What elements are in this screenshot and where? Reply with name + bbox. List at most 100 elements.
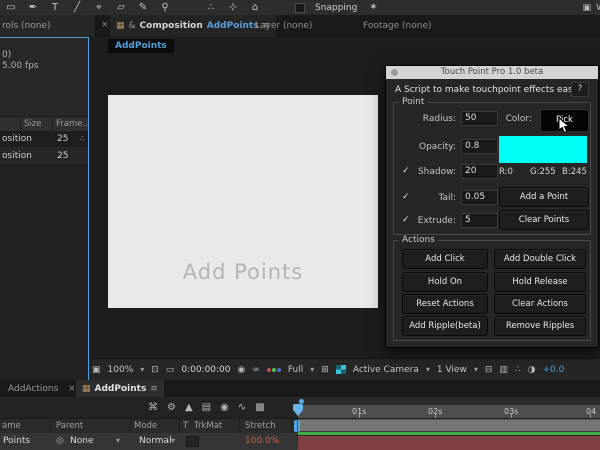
composition-canvas[interactable]: Add Points [108, 95, 378, 308]
transparency-grid-icon[interactable] [335, 365, 346, 374]
timecode[interactable]: 0:00:00:00 [181, 365, 230, 375]
view-layout-dropdown-icon[interactable]: ▾ [474, 365, 478, 374]
help-button[interactable]: ? [571, 82, 589, 97]
opacity-input[interactable]: 0.8 [461, 139, 498, 154]
hold-release-button[interactable]: Hold Release [494, 272, 586, 292]
hold-on-button[interactable]: Hold On [402, 272, 488, 292]
add-point-button[interactable]: Add a Point [499, 187, 589, 207]
snapping-checkbox[interactable] [295, 2, 305, 13]
extrude-checkbox[interactable]: ✓ [402, 215, 410, 225]
shadow-checkbox[interactable]: ✓ [402, 166, 410, 176]
camera-view-value[interactable]: Active Camera [353, 365, 419, 375]
column-parent[interactable]: Parent [56, 421, 83, 431]
clear-actions-button[interactable]: Clear Actions [494, 294, 586, 314]
motion-blur-icon[interactable]: ◉ [220, 402, 229, 413]
timeline-navigator[interactable] [297, 397, 600, 405]
playhead[interactable] [292, 404, 304, 449]
graph-editor-icon[interactable]: ∿ [238, 402, 246, 413]
snapshot-icon[interactable]: ◉ [238, 365, 246, 375]
shy-layers-icon[interactable]: ▲ [185, 402, 193, 413]
resolution-value[interactable]: Full [288, 365, 303, 375]
remove-ripples-button[interactable]: Remove Ripples [494, 316, 586, 336]
pickwhip-icon[interactable]: ◎ [56, 436, 64, 446]
tail-checkbox[interactable]: ✓ [402, 192, 410, 202]
tracker-icon-b[interactable]: ⊹ [227, 0, 239, 15]
draft-3d-icon[interactable]: ⚙ [167, 402, 176, 413]
gear-icon[interactable] [391, 69, 398, 76]
always-preview-icon[interactable]: ▣ [92, 365, 101, 375]
tab-footage[interactable]: Footage (none) [363, 21, 432, 31]
parent-dropdown-icon[interactable]: ▾ [116, 436, 120, 445]
brush-tool-icon[interactable]: ╱ [71, 0, 83, 15]
region-of-interest-icon[interactable]: ▭ [166, 365, 175, 375]
exposure-icon[interactable]: ◑ [528, 365, 536, 375]
time-ruler[interactable]: 01s 02s 03s 04 [297, 405, 600, 418]
column-size[interactable]: Size [24, 119, 41, 129]
clear-points-button[interactable]: Clear Points [499, 210, 589, 230]
view-layout-value[interactable]: 1 View [437, 365, 467, 375]
trkmat-box[interactable] [186, 436, 199, 447]
tab-effect-controls[interactable]: rols (none) [0, 15, 95, 37]
shadow-input[interactable]: 20 [461, 164, 498, 179]
grid-guides-icon[interactable]: ⊞ [321, 365, 329, 375]
tab-addpoints[interactable]: ▦ AddPoints ≡ [76, 380, 164, 397]
reset-actions-button[interactable]: Reset Actions [402, 294, 488, 314]
column-stretch[interactable]: Stretch [245, 421, 276, 431]
column-trkmat[interactable]: TrkMat [194, 421, 222, 431]
timeline-toolbar: ⌘ ⚙ ▲ ▤ ◉ ∿ ▩ [0, 397, 297, 418]
add-ripple-button[interactable]: Add Ripple(beta) [402, 316, 488, 336]
project-item-row[interactable]: osition 25 ∴ [0, 131, 88, 147]
tab-composition[interactable]: ▦ & Composition AddPoints ≡ [110, 15, 277, 37]
parent-select[interactable]: None [70, 436, 93, 446]
layer-row[interactable]: Points ◎ None ▾ Normal ▾ 100.0% [0, 433, 297, 450]
clone-stamp-tool-icon[interactable]: ⌖ [93, 0, 105, 15]
add-double-click-button[interactable]: Add Double Click [494, 249, 586, 269]
mode-select[interactable]: Normal [139, 436, 172, 446]
panel-menu-icon[interactable]: ≡ [150, 384, 158, 394]
channels-icon[interactable] [266, 367, 281, 372]
composition-breadcrumb[interactable]: AddPoints [108, 39, 174, 53]
resolution-dropdown-icon[interactable]: ▾ [310, 365, 314, 374]
column-layer-name[interactable]: ame [2, 421, 21, 431]
frame-blending-icon[interactable]: ▤ [202, 402, 211, 413]
mini-flowchart-icon[interactable]: ⌘ [148, 402, 158, 413]
close-icon[interactable]: × [101, 20, 109, 30]
show-snapshot-icon[interactable]: ∞ [252, 365, 260, 375]
puppet-pin-tool-icon[interactable]: ⚲ [159, 0, 171, 15]
column-mode[interactable]: Mode [134, 421, 157, 431]
type-tool-icon[interactable]: T [49, 0, 61, 15]
snap-magnet-icon[interactable]: ✶ [367, 0, 379, 15]
script-panel-titlebar[interactable]: Touch Point Pro 1.0 beta [386, 66, 598, 79]
stretch-value[interactable]: 100.0% [245, 436, 279, 446]
tail-input[interactable]: 0.05 [461, 190, 498, 205]
tab-addactions[interactable]: AddActions [8, 384, 58, 394]
tracker-icon-a[interactable]: ∴ [205, 0, 217, 15]
tracker-icon-c[interactable]: ⌂ [249, 0, 261, 15]
eraser-tool-icon[interactable]: ▱ [115, 0, 127, 15]
project-item-row[interactable]: osition 25 [0, 148, 88, 164]
extrude-input[interactable]: 5 [461, 213, 498, 228]
exposure-value[interactable]: +0.0 [543, 365, 565, 375]
tab-layer[interactable]: Layer (none) [255, 21, 312, 31]
add-click-button[interactable]: Add Click [402, 249, 488, 269]
magnification-dropdown-icon[interactable]: ▾ [140, 365, 144, 374]
title-action-safe-icon[interactable]: ⊡ [151, 365, 159, 375]
workspace-icon[interactable]: ▣ [583, 3, 592, 13]
lock-icon[interactable]: & [129, 21, 136, 31]
roto-brush-tool-icon[interactable]: ✎ [137, 0, 149, 15]
mode-dropdown-icon[interactable]: ▾ [171, 436, 175, 445]
pixel-aspect-icon[interactable]: ▥ [499, 365, 508, 375]
column-t[interactable]: T [183, 421, 188, 431]
auto-keyframe-icon[interactable]: ▩ [255, 402, 264, 413]
color-swatch[interactable] [499, 136, 587, 163]
close-icon[interactable]: × [68, 384, 76, 394]
shape-tool-icon[interactable]: ▭ [5, 0, 17, 15]
fast-previews-icon[interactable]: ∴ [515, 365, 521, 375]
pen-tool-icon[interactable]: ✒ [27, 0, 39, 15]
work-area-bar[interactable] [294, 419, 600, 432]
stacked-views-icon[interactable]: ⊟ [485, 365, 493, 375]
column-framerate[interactable]: Frame... [56, 119, 91, 129]
camera-dropdown-icon[interactable]: ▾ [426, 365, 430, 374]
layer-duration-bar[interactable] [297, 436, 600, 450]
magnification-value[interactable]: 100% [108, 365, 134, 375]
